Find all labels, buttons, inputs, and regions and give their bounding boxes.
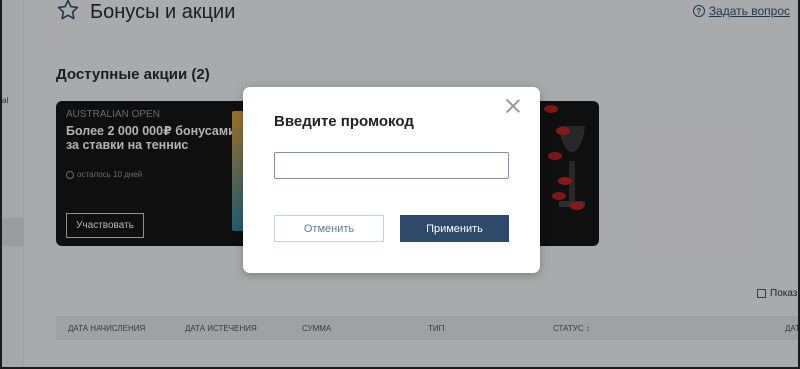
apply-button[interactable]: Применить	[400, 215, 509, 242]
close-icon[interactable]	[504, 97, 522, 115]
cancel-button[interactable]: Отменить	[274, 215, 384, 242]
dialog-title: Введите промокод	[274, 113, 414, 130]
app-frame: al Бонусы и акции ? Задать вопрос Доступ…	[2, 0, 798, 367]
promo-code-dialog: Введите промокод Отменить Применить	[243, 87, 540, 273]
promo-code-input[interactable]	[274, 152, 509, 179]
